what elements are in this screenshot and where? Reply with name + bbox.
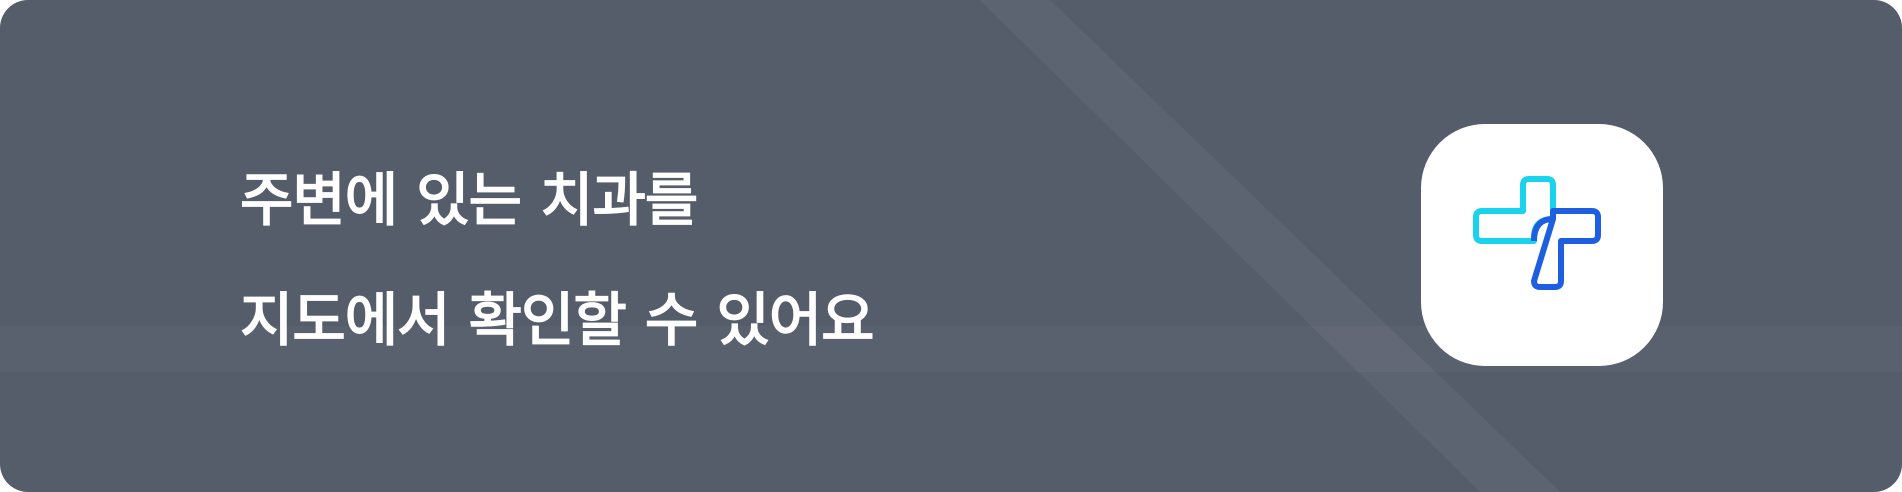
dental-map-banner[interactable]: 주변에 있는 치과를 지도에서 확인할 수 있어요 — [0, 0, 1902, 492]
app-icon — [1421, 124, 1663, 366]
banner-message-line-2: 지도에서 확인할 수 있어요 — [240, 286, 875, 354]
dental-cross-icon — [1473, 176, 1601, 290]
banner-message: 주변에 있는 치과를 지도에서 확인할 수 있어요 — [240, 140, 1140, 380]
banner-message-line-1: 주변에 있는 치과를 — [240, 166, 698, 234]
